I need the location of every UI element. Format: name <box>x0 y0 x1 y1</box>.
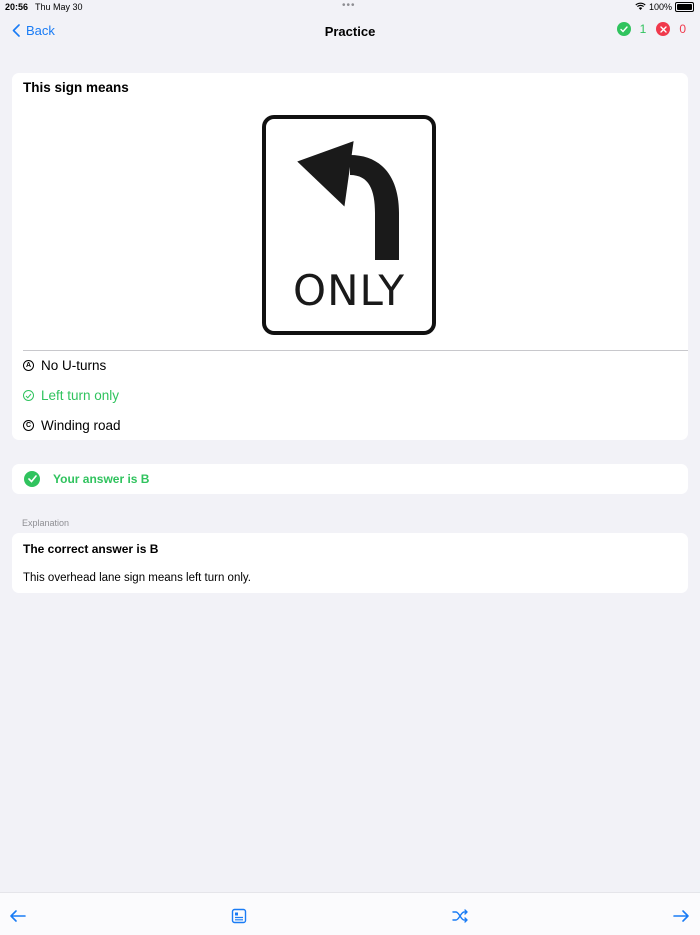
answer-result-text: Your answer is B <box>53 472 150 486</box>
explanation-body: This overhead lane sign means left turn … <box>23 572 251 584</box>
question-prompt: This sign means <box>23 80 129 95</box>
shuffle-icon[interactable] <box>451 907 469 925</box>
wrong-count: 0 <box>679 22 686 36</box>
option-letter-icon: A <box>23 360 34 371</box>
option-label: No U-turns <box>41 358 107 373</box>
correct-check-icon <box>616 22 631 36</box>
left-turn-only-sign-image: ONLY <box>262 115 436 340</box>
score-summary: 1 0 <box>616 22 686 36</box>
correct-count: 1 <box>639 22 647 36</box>
multitask-dots-icon[interactable]: ••• <box>342 0 356 11</box>
answer-result-card: Your answer is B <box>12 464 688 494</box>
option-label: Winding road <box>41 418 121 433</box>
option-b[interactable]: Left turn only <box>23 388 119 403</box>
arrow-left-icon[interactable] <box>9 907 27 925</box>
arrow-right-icon[interactable] <box>672 907 690 925</box>
check-circle-icon <box>24 471 40 487</box>
page-title: Practice <box>324 24 376 39</box>
option-a[interactable]: A No U-turns <box>23 358 106 373</box>
status-time: 20:56 <box>5 2 29 12</box>
option-c[interactable]: C Winding road <box>23 418 121 433</box>
wrong-x-icon <box>656 22 671 36</box>
explanation-section-label: Explanation <box>22 518 70 528</box>
nav-bar: Back Practice 1 0 <box>0 14 700 50</box>
battery-percent: 100% <box>648 2 672 12</box>
option-letter-icon: C <box>23 420 34 431</box>
bottom-toolbar <box>0 892 700 935</box>
option-label: Left turn only <box>41 388 120 403</box>
battery-icon <box>675 2 694 12</box>
question-card: This sign means ONLY A No U-turns Left t… <box>12 73 688 440</box>
wifi-icon <box>635 2 646 12</box>
status-date: Thu May 30 <box>35 2 83 12</box>
sign-text: ONLY <box>293 266 405 315</box>
explanation-title: The correct answer is B <box>23 542 159 556</box>
divider <box>23 350 688 351</box>
explanation-card: The correct answer is B This overhead la… <box>12 533 688 593</box>
correct-check-circle-icon <box>23 390 34 401</box>
card-icon[interactable] <box>230 907 248 925</box>
status-bar: 20:56 Thu May 30 ••• 100% <box>0 0 700 14</box>
